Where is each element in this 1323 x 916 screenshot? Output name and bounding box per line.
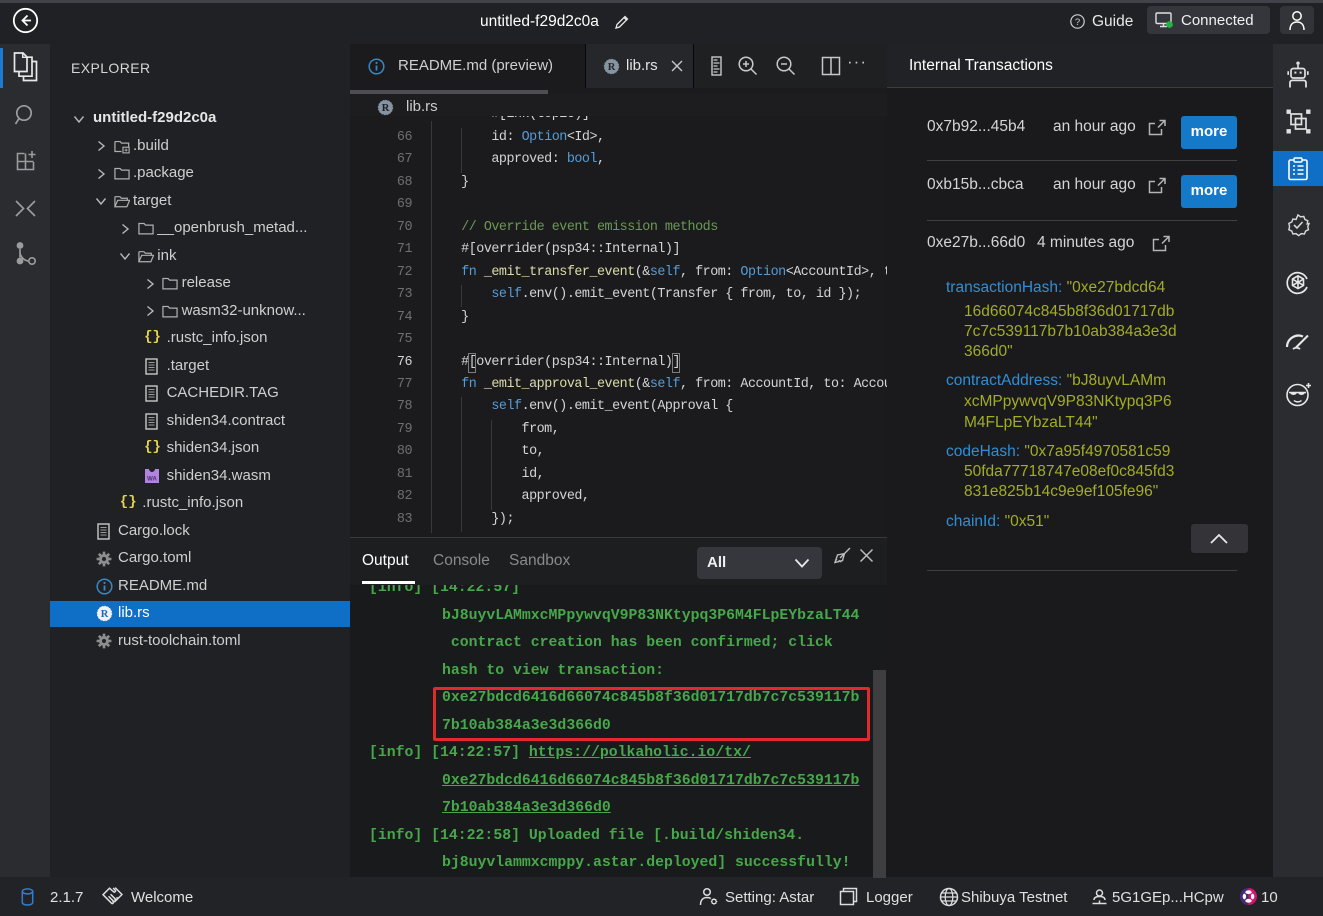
- svg-text:R: R: [100, 609, 108, 620]
- svg-text:?: ?: [1075, 17, 1080, 28]
- svg-text:R: R: [382, 103, 390, 114]
- svg-text:WA: WA: [147, 477, 157, 483]
